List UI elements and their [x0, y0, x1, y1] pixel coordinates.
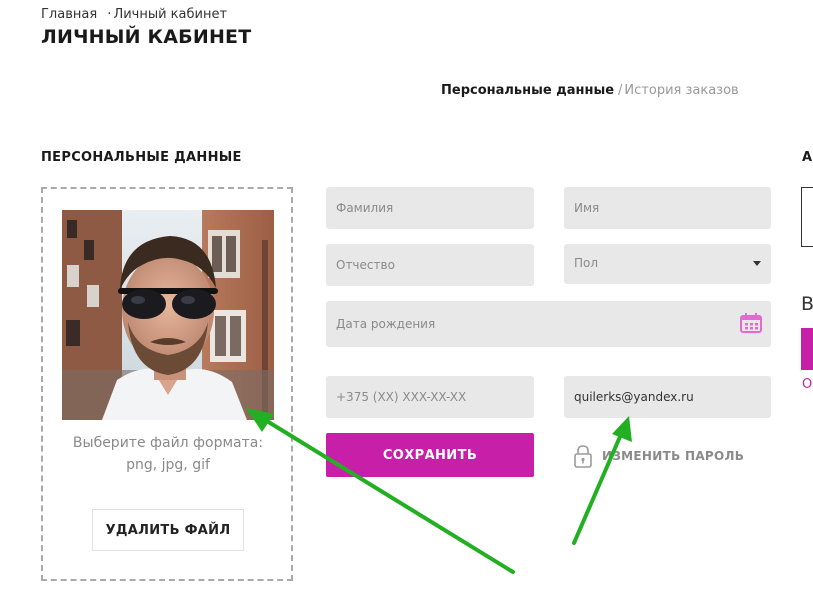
breadcrumb-current: Личный кабинет [113, 7, 228, 22]
profile-tabs: Персональные данные / История заказов [441, 83, 739, 98]
right-column-link-partial[interactable]: О [802, 377, 812, 392]
breadcrumb: Главная · Личный кабинет [41, 7, 227, 22]
gender-select[interactable]: Пол [564, 244, 771, 284]
breadcrumb-separator: · [107, 7, 112, 22]
email-field[interactable] [564, 376, 771, 418]
birth-date-field[interactable] [326, 301, 771, 347]
tab-personal-data[interactable]: Персональные данные [441, 83, 614, 98]
change-password-link[interactable]: ИЗМЕНИТЬ ПАРОЛЬ [573, 444, 744, 468]
middle-name-field[interactable] [326, 244, 534, 286]
delete-file-button[interactable]: УДАЛИТЬ ФАЙЛ [92, 509, 244, 551]
change-password-label: ИЗМЕНИТЬ ПАРОЛЬ [602, 449, 745, 463]
right-column-button-partial[interactable] [801, 328, 813, 370]
tab-order-history[interactable]: История заказов [624, 83, 738, 98]
lock-icon [574, 445, 592, 468]
breadcrumb-home-link[interactable]: Главная [41, 7, 97, 22]
right-column-box-partial [801, 187, 813, 247]
tab-separator: / [618, 83, 623, 98]
page-title: ЛИЧНЫЙ КАБИНЕТ [41, 26, 252, 48]
arrow-head-email [612, 416, 632, 442]
chevron-down-icon [753, 261, 761, 266]
calendar-icon[interactable] [740, 313, 762, 333]
upload-hint-formats-list: png, jpg, gif [126, 457, 210, 473]
avatar-photo [62, 210, 274, 420]
avatar[interactable] [62, 210, 274, 420]
last-name-field[interactable] [326, 187, 534, 229]
first-name-field[interactable] [564, 187, 771, 229]
upload-hint-formats-label: Выберите файл формата: [72, 435, 264, 451]
phone-field[interactable] [326, 376, 534, 418]
save-button[interactable]: СОХРАНИТЬ [326, 433, 534, 477]
gender-select-value: Пол [574, 256, 599, 270]
upload-hint: Выберите файл формата: png, jpg, gif [42, 432, 294, 476]
personal-data-heading: ПЕРСОНАЛЬНЫЕ ДАННЫЕ [41, 150, 242, 165]
right-column-heading-partial: А [802, 150, 813, 165]
right-column-title-partial: В [801, 293, 813, 315]
